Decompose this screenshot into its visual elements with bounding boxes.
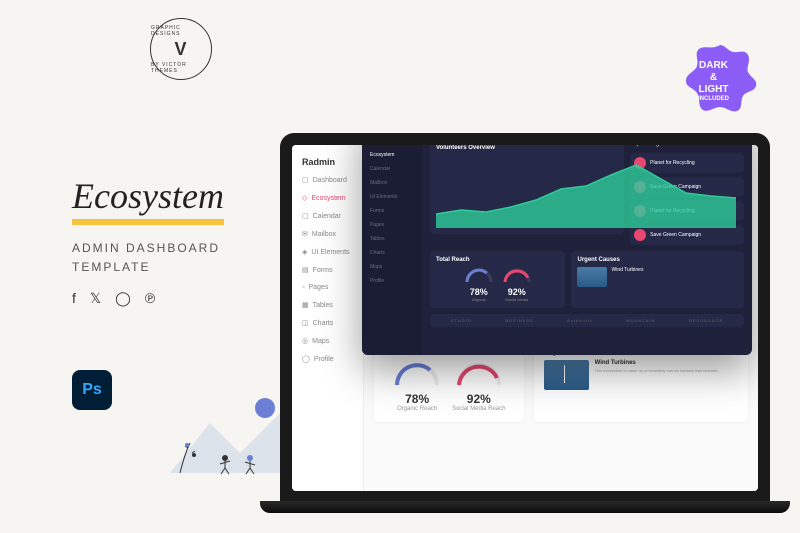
dark-dashboard: Radmin Dashboard Ecosystem Calendar Mail…: [362, 145, 752, 355]
cause-thumbnail: [577, 267, 607, 287]
event-item[interactable]: Save Green Campaign: [630, 225, 744, 245]
nav-ecosystem[interactable]: ◇Ecosystem: [292, 189, 363, 207]
twitter-icon[interactable]: 𝕏: [90, 290, 101, 307]
gauge-social: 92% Social Media Reach: [452, 360, 505, 412]
nav-forms[interactable]: ▤Forms: [292, 261, 363, 279]
designer-badge: GRAPHIC DESIGNS V BY VICTOR THEMES: [150, 18, 212, 80]
photoshop-badge: Ps: [72, 370, 112, 410]
instagram-icon[interactable]: ◯: [115, 290, 131, 307]
nav-mailbox[interactable]: ✉Mailbox: [292, 225, 363, 243]
gauge-organic: 78% Organic Reach: [392, 360, 442, 412]
area-chart: [436, 158, 736, 228]
nav-ecosystem[interactable]: Ecosystem: [362, 148, 422, 162]
promo-heading: Ecosystem ADMIN DASHBOARD TEMPLATE: [72, 175, 224, 277]
dark-sidebar: Radmin Dashboard Ecosystem Calendar Mail…: [362, 145, 422, 355]
nav-tables[interactable]: ▦Tables: [292, 296, 363, 314]
dark-reach-card: Total Reach 78%Organic 92%Social Media: [430, 251, 565, 308]
event-icon: [634, 229, 646, 241]
light-sidebar: Radmin ▢Dashboard ◇Ecosystem ▢Calendar ✉…: [292, 145, 364, 491]
brand-logo[interactable]: Radmin: [292, 153, 363, 171]
nav-ui[interactable]: ◈UI Elements: [292, 243, 363, 261]
social-links: f 𝕏 ◯ ℗: [72, 290, 155, 307]
product-title: Ecosystem: [72, 175, 224, 225]
facebook-icon[interactable]: f: [72, 290, 76, 307]
nav-profile[interactable]: ◯Profile: [292, 350, 363, 368]
dark-urgent-card: Urgent Causes Wind Turbines: [571, 251, 744, 308]
victor-logo: V: [174, 39, 187, 60]
nav-charts[interactable]: ◫Charts: [292, 314, 363, 332]
nav-dashboard[interactable]: ▢Dashboard: [292, 171, 363, 189]
light-dashboard: Radmin ▢Dashboard ◇Ecosystem ▢Calendar ✉…: [292, 145, 758, 491]
nav-pages[interactable]: ▫Pages: [292, 279, 363, 296]
cause-thumbnail[interactable]: [544, 360, 589, 390]
dark-light-badge: DARK & LIGHT INCLUDED: [680, 40, 760, 120]
nav-maps[interactable]: ◎Maps: [292, 332, 363, 350]
volunteers-chart-card: Volunteers Overview: [430, 145, 624, 234]
pinterest-icon[interactable]: ℗: [145, 290, 155, 307]
nav-calendar[interactable]: ▢Calendar: [292, 207, 363, 225]
laptop-mockup: Radmin ▢Dashboard ◇Ecosystem ▢Calendar ✉…: [280, 133, 770, 513]
partners-row: STUDIO BUSINESS Authentic MOUNTAIN RESON…: [430, 314, 744, 327]
